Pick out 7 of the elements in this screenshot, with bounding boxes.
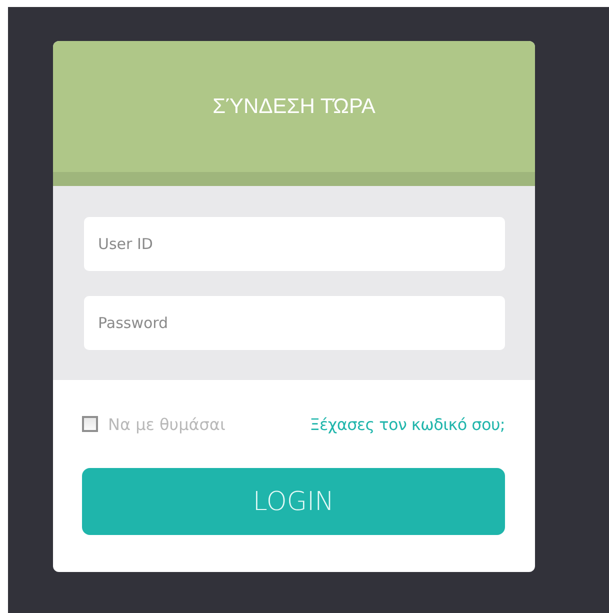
password-field[interactable]: Password [84,296,505,350]
forgot-password-link[interactable]: Ξέχασες τον κωδικό σου; [310,414,505,434]
remember-checkbox[interactable] [82,416,98,432]
login-title: ΣΎΝΔΕΣΗ ΤΏΡΑ [212,94,376,118]
user-id-field[interactable]: User ID [84,217,505,271]
remember-label: Να με θυμάσαι [108,414,226,434]
login-button[interactable]: LOGIN [82,468,505,535]
